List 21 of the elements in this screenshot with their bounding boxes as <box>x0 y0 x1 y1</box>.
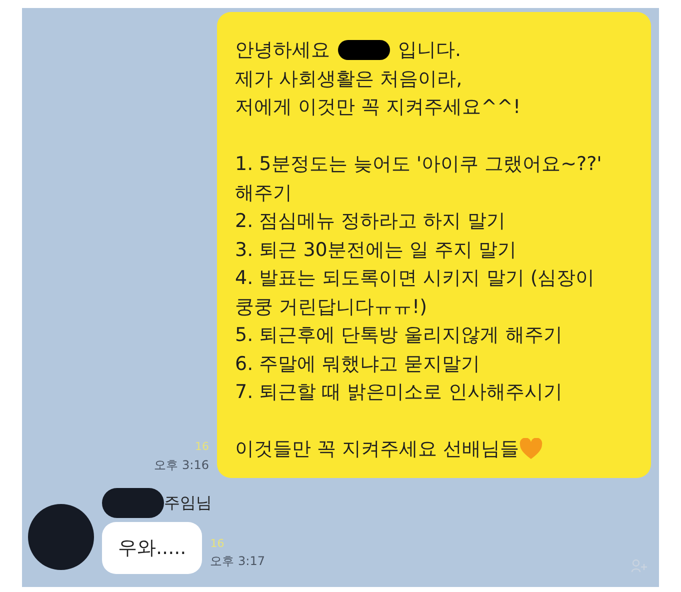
message-text: 입니다. <box>398 38 462 63</box>
rule-item: 5. 퇴근후에 단톡방 울리지않게 해주기 <box>235 323 564 348</box>
redaction-mark <box>102 488 164 518</box>
message-text: 안녕하세요 <box>235 38 330 63</box>
message-text: 저에게 이것만 꼭 지켜주세요^^! <box>235 95 522 120</box>
rule-item: 1. 5분정도는 늦어도 '아이쿠 그랬어요~??' 해주기 <box>235 152 603 206</box>
rule-item: 3. 퇴근 30분전에는 일 주지 말기 <box>235 238 518 262</box>
sender-name: 주임님 <box>164 492 212 514</box>
message-bubble: 우와..... <box>102 522 202 574</box>
heart-icon <box>519 438 544 460</box>
message-time: 오후 3:17 <box>210 553 265 570</box>
read-count: 16 <box>210 536 226 552</box>
rule-item: 7. 퇴근할 때 밝은미소로 인사해주시기 <box>235 380 564 405</box>
rule-item: 4. 발표는 되도록이면 시키지 말기 (심장이 쿵쿵 거린답니다ㅠㅠ!) <box>235 266 596 320</box>
redaction-mark <box>338 40 390 60</box>
message-text: 이것들만 꼭 지켜주세요 선배님들 <box>235 437 520 462</box>
rule-item: 2. 점심메뉴 정하라고 하지 말기 <box>235 209 506 234</box>
message-text: 제가 사회생활은 처음이라, <box>235 66 464 92</box>
read-count: 16 <box>195 439 209 455</box>
message-time: 오후 3:16 <box>154 456 209 474</box>
rule-item: 6. 주말에 뭐했냐고 묻지말기 <box>235 352 482 376</box>
